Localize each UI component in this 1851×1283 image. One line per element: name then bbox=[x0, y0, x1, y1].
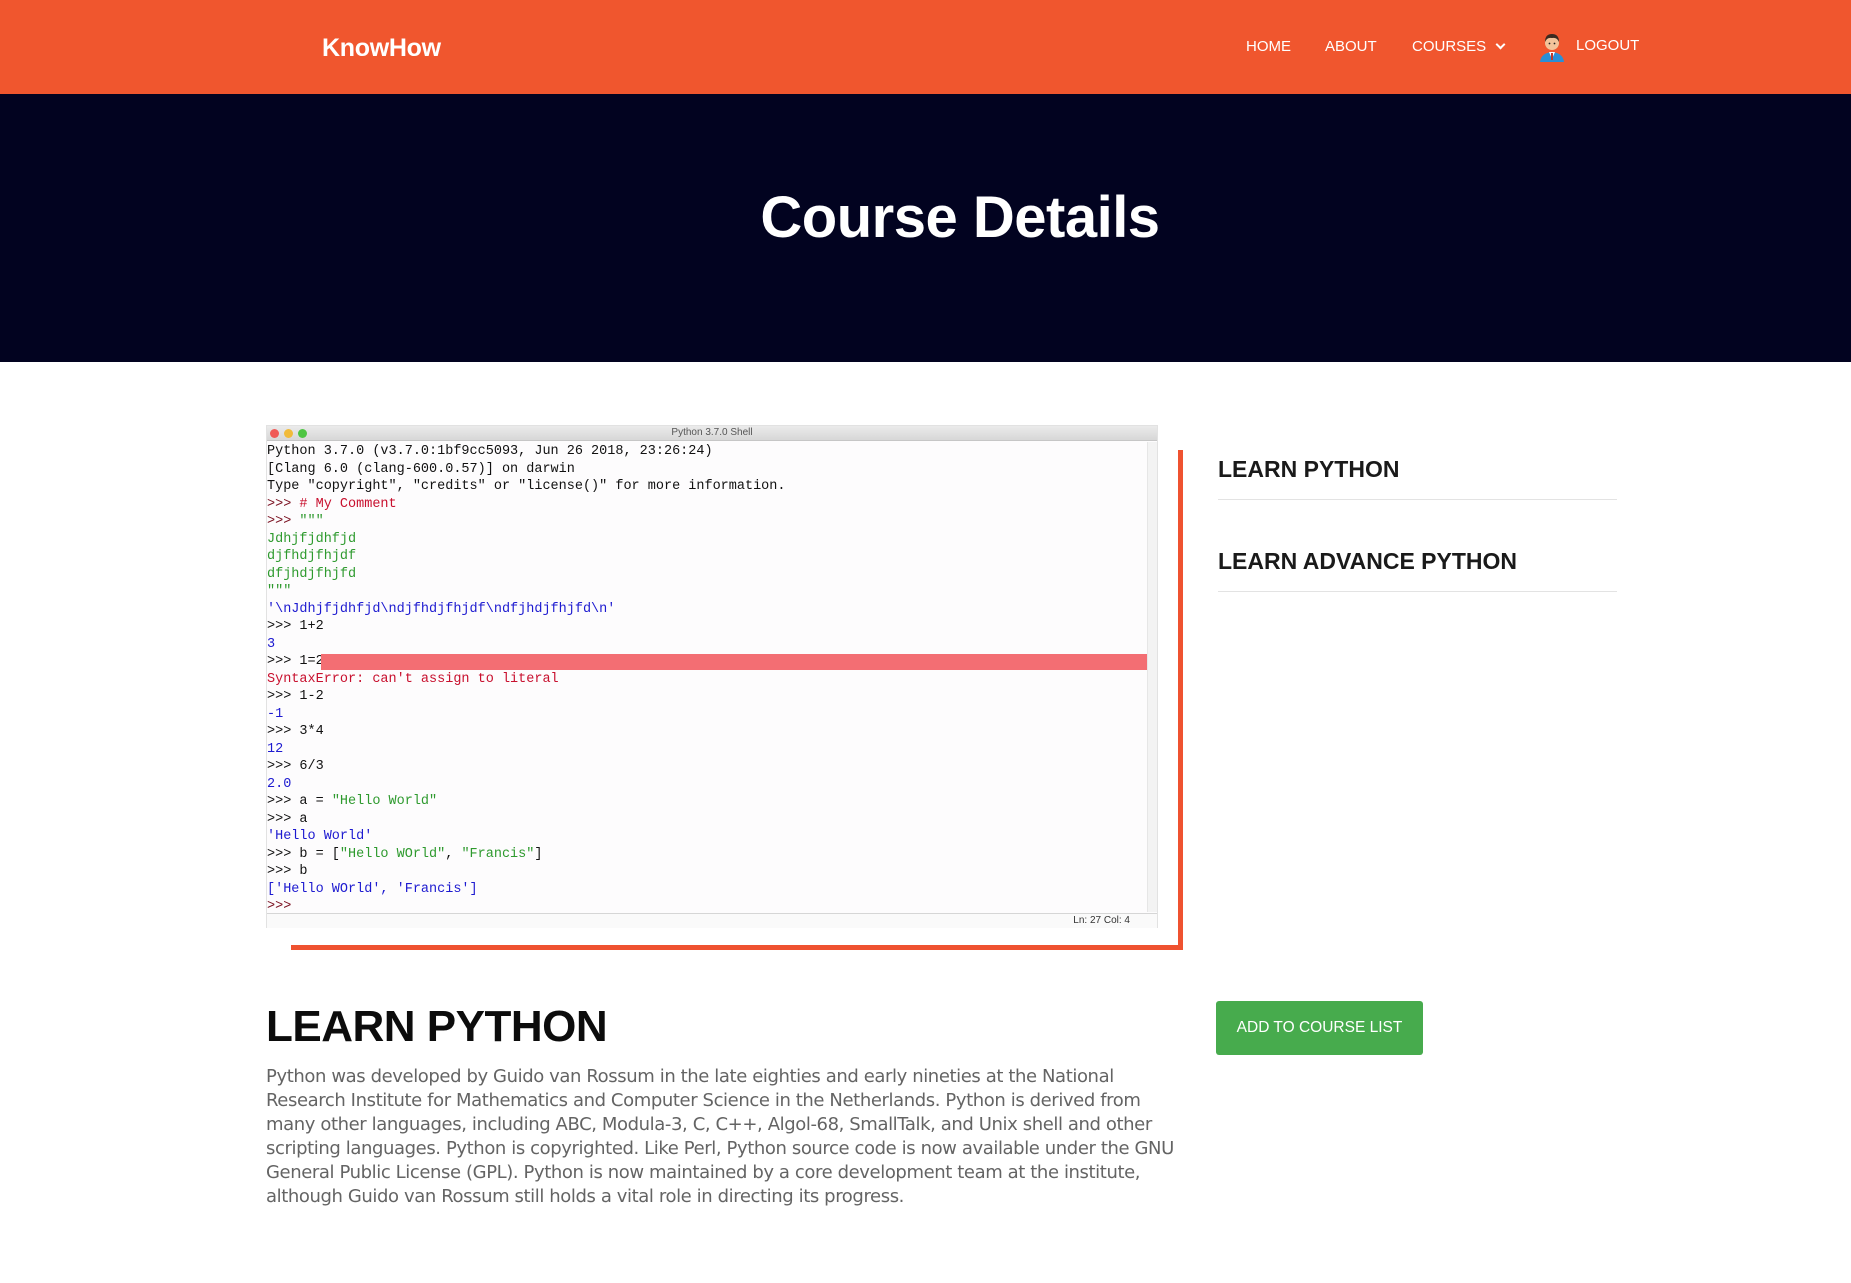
add-to-course-list-button[interactable]: ADD TO COURSE LIST bbox=[1216, 1001, 1423, 1055]
shell-line: '\nJdhjfjdhfjd\ndjfhdjfhjdf\ndfjhdjfhjfd… bbox=[267, 601, 616, 617]
course-description: Python was developed by Guido van Rossum… bbox=[266, 1066, 1174, 1207]
shell-line: >>> 1-2 bbox=[267, 689, 324, 704]
shell-line: [Clang 6.0 (clang-600.0.57)] on darwin bbox=[267, 461, 575, 477]
shell-line: dfjhdjfhjfd bbox=[267, 566, 357, 582]
error-highlight bbox=[321, 654, 1148, 670]
sidebar-item-learn-python[interactable]: LEARN PYTHON bbox=[1218, 456, 1399, 483]
shell-window-titlebar: Python 3.7.0 Shell bbox=[267, 426, 1157, 441]
shell-line: >>> 1+2 bbox=[267, 619, 324, 634]
shell-line: """ bbox=[267, 584, 292, 599]
shell-line: 12 bbox=[267, 741, 284, 757]
python-shell-output: Python 3.7.0 (v3.7.0:1bf9cc5093, Jun 26 … bbox=[267, 443, 1148, 916]
top-navbar: KnowHow HOME ABOUT COURSES LOGOUT bbox=[0, 0, 1851, 94]
sidebar-item-learn-advance-python[interactable]: LEARN ADVANCE PYTHON bbox=[1218, 548, 1517, 575]
cursor-position: Ln: 27 Col: 4 bbox=[1073, 915, 1130, 926]
nav-about-link[interactable]: ABOUT bbox=[1325, 38, 1377, 55]
shell-line: >>> 1=2 bbox=[267, 653, 1148, 671]
sidebar-divider bbox=[1218, 499, 1617, 500]
shell-window-title: Python 3.7.0 Shell bbox=[671, 427, 753, 438]
shell-line: >>> a = "Hello World" bbox=[267, 794, 438, 809]
shell-line: >>> a bbox=[267, 811, 308, 827]
shell-line: 2.0 bbox=[267, 776, 292, 792]
shell-line: SyntaxError: can't assign to literal bbox=[267, 671, 559, 687]
nav-courses-label: COURSES bbox=[1412, 38, 1487, 55]
shell-line: >>> 3*4 bbox=[267, 724, 324, 739]
nav-courses-dropdown[interactable]: COURSES bbox=[1412, 38, 1506, 55]
image-accent-border bbox=[1178, 450, 1183, 950]
shell-line: >>> b = ["Hello WOrld", "Francis"] bbox=[267, 846, 543, 862]
nav-home-link[interactable]: HOME bbox=[1246, 38, 1291, 55]
logout-link[interactable]: LOGOUT bbox=[1576, 37, 1639, 54]
shell-line: Type "copyright", "credits" or "license(… bbox=[267, 479, 786, 494]
shell-line: -1 bbox=[267, 706, 284, 722]
shell-line: >>> # My Comment bbox=[267, 496, 397, 512]
user-avatar-icon[interactable] bbox=[1537, 30, 1567, 62]
shell-line: djfhdjfhjdf bbox=[267, 549, 357, 564]
image-accent-border-bottom bbox=[291, 945, 1183, 950]
shell-line: >>> 6/3 bbox=[267, 759, 324, 774]
shell-line: Python 3.7.0 (v3.7.0:1bf9cc5093, Jun 26 … bbox=[267, 444, 713, 459]
sidebar-divider bbox=[1218, 591, 1617, 592]
shell-line: >>> b bbox=[267, 864, 308, 879]
brand-logo[interactable]: KnowHow bbox=[322, 34, 441, 63]
shell-line: 'Hello World' bbox=[267, 829, 373, 844]
shell-line: ['Hello WOrld', 'Francis'] bbox=[267, 881, 478, 897]
page-title: Course Details bbox=[760, 185, 1160, 250]
shell-line: Jdhjfjdhfjd bbox=[267, 531, 357, 547]
course-image: Python 3.7.0 Shell Python 3.7.0 (v3.7.0:… bbox=[266, 425, 1158, 928]
shell-scrollbar bbox=[1147, 442, 1157, 912]
course-title: LEARN PYTHON bbox=[266, 1002, 608, 1051]
hero-banner: Course Details bbox=[0, 94, 1851, 362]
shell-line: 3 bbox=[267, 636, 276, 652]
chevron-down-icon bbox=[1495, 39, 1506, 50]
shell-line: >>> """ bbox=[267, 514, 324, 529]
shell-status-bar: Ln: 27 Col: 4 bbox=[267, 913, 1157, 928]
